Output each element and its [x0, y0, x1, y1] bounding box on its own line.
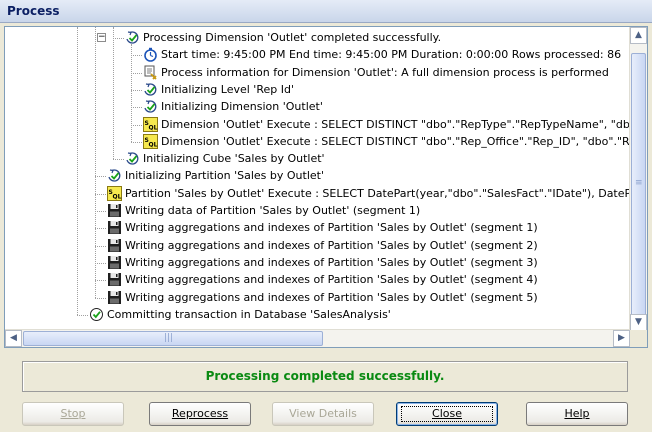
tree-row-label: Processing Dimension 'Outlet' completed … — [143, 31, 442, 44]
process-log-tree[interactable]: − Processing Dimension 'Outlet' completed… — [4, 26, 648, 348]
chevron-right-icon: ▶ — [618, 333, 625, 343]
process-window: Process − Processing Dimension 'Outlet' c… — [0, 0, 652, 432]
tree-guide — [77, 27, 78, 315]
scroll-grip-icon: ||| — [164, 333, 174, 343]
stop-button[interactable]: Stop — [22, 402, 124, 426]
sql-icon: S QL — [143, 133, 158, 149]
tree-connector — [131, 124, 142, 126]
processing-check-icon — [125, 30, 140, 45]
floppy-disk-icon — [107, 255, 122, 270]
tree-connector — [95, 211, 106, 212]
tree-connector — [95, 228, 106, 230]
tree-connector — [95, 262, 106, 264]
tree-connector — [95, 176, 106, 178]
tree-guide — [95, 27, 96, 298]
tree-row-label: Writing aggregations and indexes of Part… — [125, 255, 538, 269]
tree-row-label: Writing aggregations and indexes of Part… — [125, 290, 538, 304]
sql-icon: S QL — [107, 185, 122, 201]
view-details-button-label: View Details — [289, 407, 357, 420]
process-info-icon — [143, 65, 158, 80]
sql-icon: S QL — [143, 116, 158, 132]
tree-row-label: Initializing Dimension 'Outlet' — [161, 100, 323, 114]
tree-connector — [131, 89, 142, 91]
tree-row-label: Process information for Dimension 'Outle… — [161, 65, 609, 79]
initialize-check-icon — [125, 151, 140, 166]
chevron-down-icon: ▼ — [635, 317, 642, 327]
chevron-up-icon: ▲ — [635, 30, 642, 40]
window-title: Process — [7, 4, 60, 18]
vertical-scroll-thumb[interactable]: ≡ — [631, 53, 646, 323]
help-button-label: Help — [564, 407, 590, 420]
scroll-up-button[interactable]: ▲ — [630, 27, 647, 44]
floppy-disk-icon — [107, 290, 122, 305]
tree-row-label: Start time: 9:45:00 PM End time: 9:45:00… — [161, 48, 622, 62]
scroll-corner — [630, 330, 647, 347]
tree-connector — [131, 72, 142, 74]
tree-row-label: Initializing Cube 'Sales by Outlet' — [143, 152, 325, 166]
focus-rect — [401, 406, 493, 422]
title-bar: Process — [0, 0, 652, 23]
tree-connector — [95, 297, 106, 299]
initialize-check-icon — [107, 168, 122, 183]
tree-connector — [113, 38, 124, 39]
collapse-toggle[interactable]: − — [97, 33, 106, 42]
tree-connector — [95, 193, 106, 195]
tree-content: − Processing Dimension 'Outlet' completed… — [5, 27, 630, 331]
tree-row-label: Writing aggregations and indexes of Part… — [125, 273, 538, 287]
initialize-check-icon — [143, 99, 158, 114]
tree-connector — [131, 107, 142, 109]
status-message: Processing completed successfully. — [22, 361, 628, 392]
scroll-down-button[interactable]: ▼ — [630, 314, 647, 331]
tree-row-label: Committing transaction in Database 'Sale… — [107, 307, 391, 321]
reprocess-button-label: Reprocess — [171, 407, 229, 420]
tree-connector — [113, 159, 124, 161]
tree-row-label: Writing aggregations and indexes of Part… — [125, 221, 538, 235]
tree-connector — [131, 141, 142, 143]
tree-row-label: Dimension 'Outlet' Execute : SELECT DIST… — [161, 117, 630, 131]
svg-text:QL: QL — [149, 141, 158, 148]
scroll-right-button[interactable]: ▶ — [613, 330, 630, 347]
tree-connector — [95, 280, 106, 282]
floppy-disk-icon — [107, 220, 122, 235]
stop-button-label: Stop — [60, 407, 86, 420]
check-circle-icon — [89, 307, 104, 322]
initialize-check-icon — [143, 82, 158, 97]
floppy-disk-icon — [107, 272, 122, 287]
horizontal-scrollbar[interactable]: ◀ ||| ▶ — [5, 329, 630, 347]
help-button[interactable]: Help — [526, 402, 628, 426]
stopwatch-icon — [143, 47, 158, 63]
tree-row-label: Partition 'Sales by Outlet' Execute : SE… — [125, 186, 630, 200]
tree-guide — [113, 27, 114, 160]
minus-icon: − — [98, 32, 106, 42]
tree-connector — [131, 55, 142, 57]
view-details-button[interactable]: View Details — [272, 402, 374, 426]
tree-guide — [131, 44, 132, 142]
close-button[interactable]: Close — [396, 402, 498, 426]
floppy-disk-icon — [107, 203, 122, 218]
svg-text:QL: QL — [113, 193, 122, 200]
reprocess-button[interactable]: Reprocess — [149, 402, 251, 426]
tree-row-label: Writing aggregations and indexes of Part… — [125, 238, 538, 252]
floppy-disk-icon — [107, 238, 122, 253]
horizontal-scroll-thumb[interactable]: ||| — [23, 331, 323, 346]
scroll-left-button[interactable]: ◀ — [5, 330, 22, 347]
tree-connector — [95, 245, 106, 247]
tree-connector — [77, 314, 88, 316]
tree-row-label: Initializing Partition 'Sales by Outlet' — [125, 169, 325, 183]
vertical-scrollbar[interactable]: ▲ ≡ ▼ — [629, 27, 647, 331]
tree-row-label: Initializing Level 'Rep Id' — [161, 82, 294, 96]
chevron-left-icon: ◀ — [10, 333, 17, 343]
tree-row-label: Dimension 'Outlet' Execute : SELECT DIST… — [161, 134, 630, 148]
tree-row-label: Writing data of Partition 'Sales by Outl… — [125, 204, 421, 217]
svg-text:QL: QL — [149, 124, 158, 131]
scroll-grip-icon: ≡ — [635, 178, 643, 188]
